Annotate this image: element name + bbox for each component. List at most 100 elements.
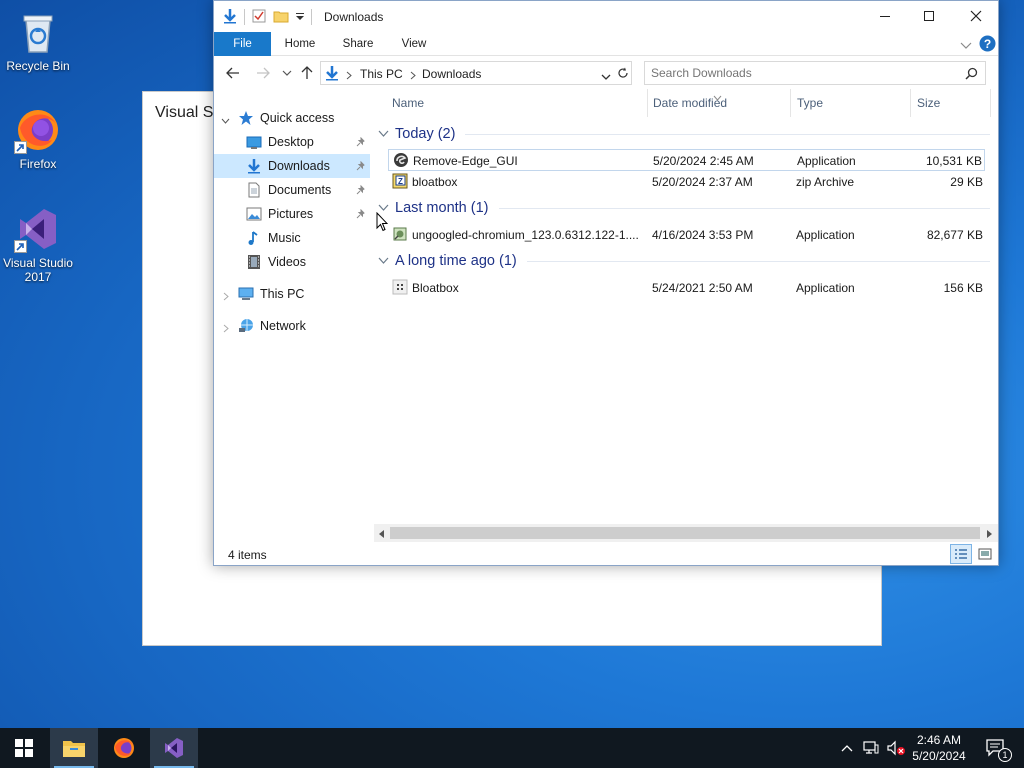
tab-share[interactable]: Share: [336, 32, 380, 56]
file-row[interactable]: ungoogled-chromium_123.0.6312.122-1.... …: [388, 224, 985, 246]
search-box[interactable]: [644, 61, 986, 85]
up-arrow-icon: [301, 66, 313, 79]
installer-app-icon: [392, 226, 408, 242]
new-folder-icon[interactable]: [273, 8, 289, 27]
properties-icon[interactable]: [251, 8, 267, 27]
file-name: bloatbox: [412, 175, 458, 189]
desktop-icon-visual-studio[interactable]: Visual Studio 2017: [0, 205, 76, 284]
forward-button[interactable]: [254, 65, 272, 81]
details-view-icon: [955, 549, 967, 559]
desktop-icon-firefox[interactable]: Firefox: [0, 106, 76, 171]
file-list[interactable]: Name Date modified Type Size Today (2) R…: [374, 89, 998, 524]
nav-this-pc[interactable]: This PC: [214, 282, 370, 306]
search-input[interactable]: [651, 66, 951, 80]
tab-home[interactable]: Home: [278, 32, 322, 56]
column-header-name[interactable]: Name: [392, 95, 424, 115]
collapse-chevron-icon: [378, 253, 389, 269]
computer-icon: [238, 286, 254, 302]
help-icon[interactable]: ?: [979, 35, 996, 55]
nav-item-music[interactable]: Music: [214, 226, 370, 250]
mouse-cursor-icon: [376, 211, 389, 235]
file-type: Application: [797, 154, 856, 168]
ribbon-tabs: File Home Share View ?: [214, 32, 998, 56]
desktop-icon-recycle-bin[interactable]: Recycle Bin: [0, 8, 76, 73]
details-view-button[interactable]: [950, 544, 972, 564]
up-button[interactable]: [298, 65, 316, 81]
column-separator[interactable]: [910, 89, 911, 117]
group-header-last-month[interactable]: Last month (1): [378, 198, 990, 218]
nav-item-desktop[interactable]: Desktop: [214, 130, 370, 154]
group-header-today[interactable]: Today (2): [378, 124, 990, 144]
file-name: Bloatbox: [412, 281, 459, 295]
visual-studio-icon: [14, 205, 62, 253]
column-header-type[interactable]: Type: [797, 95, 823, 115]
start-button[interactable]: [0, 728, 48, 768]
file-explorer-window[interactable]: Downloads File Home Share View ? This PC…: [213, 0, 999, 566]
horizontal-scrollbar[interactable]: [374, 524, 998, 542]
scroll-left-arrow-icon[interactable]: [378, 528, 385, 542]
customize-toolbar-chevron-icon[interactable]: [295, 10, 305, 24]
tab-file[interactable]: File: [214, 32, 271, 56]
nav-item-documents[interactable]: Documents: [214, 178, 370, 202]
desktop-icon-label: Firefox: [19, 157, 57, 171]
file-row[interactable]: Remove-Edge_GUI 5/20/2024 2:45 AM Applic…: [388, 149, 985, 171]
nav-quick-access[interactable]: Quick access: [214, 106, 370, 130]
nav-label: Desktop: [268, 135, 314, 149]
shortcut-arrow-icon: [14, 141, 27, 154]
column-separator[interactable]: [647, 89, 648, 117]
column-header-size[interactable]: Size: [917, 95, 940, 115]
desktop-icon: [246, 134, 262, 150]
nav-network[interactable]: Network: [214, 314, 370, 338]
background-window-title: Visual St: [155, 104, 218, 121]
breadcrumb-this-pc[interactable]: This PC: [360, 67, 403, 81]
close-button[interactable]: [953, 1, 999, 31]
taskbar-firefox[interactable]: [100, 728, 148, 768]
maximize-button[interactable]: [906, 1, 952, 31]
large-icons-view-button[interactable]: [975, 544, 995, 564]
minimize-button[interactable]: [862, 1, 908, 31]
nav-item-videos[interactable]: Videos: [214, 250, 370, 274]
back-button[interactable]: [224, 65, 242, 81]
file-size: 10,531 KB: [925, 154, 982, 168]
file-row[interactable]: Z bloatbox 5/20/2024 2:37 AM zip Archive…: [388, 171, 985, 193]
system-clock[interactable]: 2:46 AM 5/20/2024: [905, 732, 973, 764]
file-date: 4/16/2024 3:53 PM: [652, 228, 754, 242]
column-separator[interactable]: [790, 89, 791, 117]
shortcut-arrow-icon: [14, 240, 27, 253]
nav-label: Music: [268, 231, 301, 245]
svg-text:Z: Z: [398, 177, 403, 186]
scrollbar-thumb[interactable]: [390, 527, 980, 539]
action-center-button[interactable]: 1: [980, 728, 1012, 768]
nav-item-downloads[interactable]: Downloads: [214, 154, 370, 178]
pin-icon: [356, 136, 366, 150]
pin-icon: [356, 184, 366, 198]
address-dropdown-chevron-icon[interactable]: [601, 70, 611, 84]
collapse-chevron-icon: [378, 126, 389, 142]
address-field[interactable]: This PC Downloads: [320, 61, 632, 85]
group-header-long-time-ago[interactable]: A long time ago (1): [378, 251, 990, 271]
file-type: Application: [796, 281, 855, 295]
downloads-arrow-icon: [246, 158, 262, 174]
column-header-date-modified[interactable]: Date modified: [653, 95, 727, 115]
column-separator[interactable]: [990, 89, 991, 117]
taskbar-file-explorer[interactable]: [50, 728, 98, 768]
taskbar-visual-studio[interactable]: [150, 728, 198, 768]
nav-label: Videos: [268, 255, 306, 269]
file-row[interactable]: Bloatbox 5/24/2021 2:50 AM Application 1…: [388, 277, 985, 299]
scroll-right-arrow-icon[interactable]: [986, 528, 993, 542]
expand-ribbon-chevron-icon[interactable]: [960, 39, 972, 53]
tab-view[interactable]: View: [394, 32, 434, 56]
network-status-button[interactable]: [860, 728, 882, 768]
file-explorer-icon: [63, 741, 85, 757]
pin-icon: [356, 160, 366, 174]
videos-icon: [246, 254, 262, 270]
refresh-icon[interactable]: [617, 67, 629, 82]
show-hidden-icons-button[interactable]: [838, 728, 856, 768]
file-date: 5/20/2024 2:45 AM: [653, 154, 754, 168]
search-icon[interactable]: [965, 67, 978, 83]
recent-locations-button[interactable]: [278, 65, 296, 81]
nav-item-pictures[interactable]: Pictures: [214, 202, 370, 226]
toolbar-separator: [311, 9, 312, 25]
title-bar[interactable]: Downloads: [214, 1, 998, 32]
breadcrumb-downloads[interactable]: Downloads: [422, 67, 481, 81]
